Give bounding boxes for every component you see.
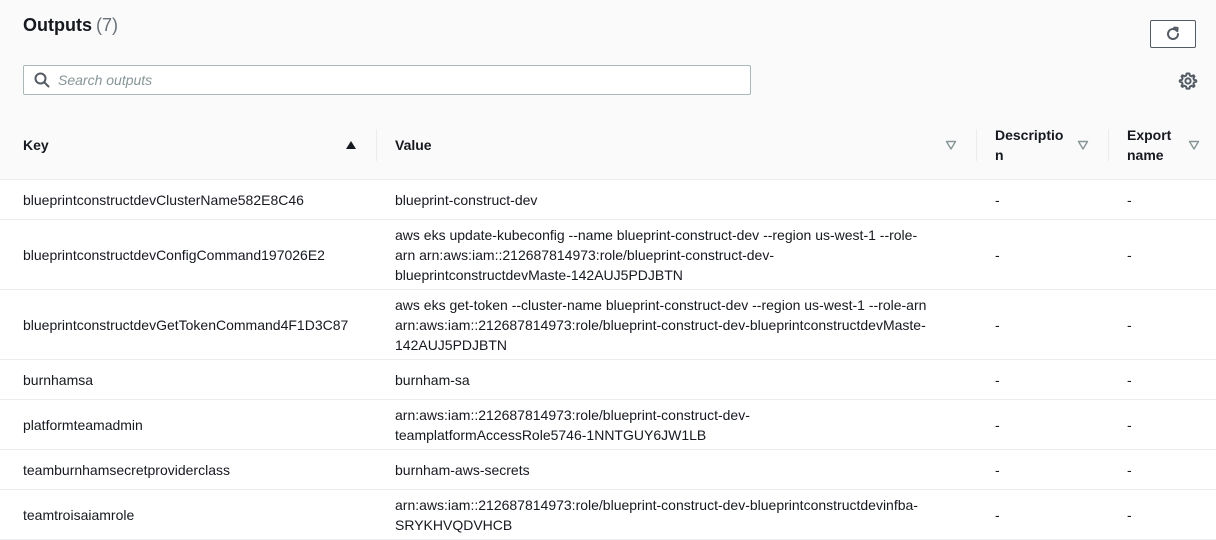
table-row: teamtroisaiamrole arn:aws:iam::212687814… [0,489,1216,540]
cell-value-line: SRYKHVQDVHCB [395,516,513,533]
cell-value: aws eks update-kubeconfig --name bluepri… [376,225,976,285]
cell-export-name: - [1127,246,1132,263]
outputs-count: (7) [96,15,118,35]
sort-icon [945,139,957,151]
search-box [23,65,751,95]
column-header-export-name[interactable]: Export name [1108,111,1216,180]
cell-value-line: burnham-aws-secrets [395,461,530,478]
cell-export-name: - [1127,316,1132,333]
cell-value: arn:aws:iam::212687814973:role/blueprint… [376,495,976,535]
column-label-key: Key [23,137,49,153]
cell-value: burnham-sa [376,370,976,390]
cell-key: teamtroisaiamrole [23,506,135,523]
cell-key: blueprintconstructdevConfigCommand197026… [23,246,325,263]
cell-value-line: arn arn:aws:iam::212687814973:role/bluep… [395,246,774,263]
refresh-button[interactable] [1150,20,1196,48]
table-row: platformteamadmin arn:aws:iam::212687814… [0,399,1216,450]
table-settings-button[interactable] [1178,71,1198,91]
gear-icon [1178,71,1198,91]
cell-value: burnham-aws-secrets [376,460,976,480]
sort-icon [1077,139,1089,151]
cell-export-name: - [1127,506,1132,523]
table-row: burnhamsa burnham-sa - - [0,359,1216,400]
cell-export-name: - [1127,191,1132,208]
column-header-description[interactable]: Descriptio n [976,111,1108,180]
outputs-panel: Outputs (7) Search outputs Key Value Des… [0,0,1216,540]
column-divider [1108,129,1109,161]
cell-value-line: aws eks update-kubeconfig --name bluepri… [395,226,918,243]
page-title: Outputs (7) [23,15,118,36]
cell-value-line: burnham-sa [395,371,470,388]
cell-description: - [995,316,1000,333]
table-header-row: Key Value Descriptio n Export name [0,111,1216,180]
table-row: blueprintconstructdevConfigCommand197026… [0,219,1216,290]
column-label-export-line1: Export [1127,127,1172,143]
cell-description: - [995,371,1000,388]
cell-value: aws eks get-token --cluster-name bluepri… [376,295,976,355]
title-text: Outputs [23,15,92,35]
sort-icon [1188,139,1200,151]
cell-description: - [995,416,1000,433]
cell-value-line: teamplatformAccessRole5746-1NNTGUY6JW1LB [395,426,707,443]
column-label-description: Descriptio n [995,125,1063,165]
cell-key: teamburnhamsecretproviderclass [23,461,230,478]
outputs-table: Key Value Descriptio n Export name bluep… [0,111,1216,540]
column-label-export-name: Export name [1127,125,1171,165]
cell-description: - [995,191,1000,208]
table-row: blueprintconstructdevGetTokenCommand4F1D… [0,289,1216,360]
column-label-description-line2: n [995,147,1004,163]
column-header-value[interactable]: Value [376,111,976,180]
table-row: teamburnhamsecretproviderclass burnham-a… [0,449,1216,490]
refresh-icon [1165,26,1181,42]
cell-value-line: blueprint-construct-dev [395,191,538,208]
cell-key: platformteamadmin [23,416,143,433]
cell-description: - [995,461,1000,478]
cell-export-name: - [1127,461,1132,478]
cell-value-line: arn:aws:iam::212687814973:role/blueprint… [395,496,918,513]
column-header-key[interactable]: Key [0,111,376,180]
cell-key: blueprintconstructdevClusterName582E8C46 [23,191,304,208]
cell-key: blueprintconstructdevGetTokenCommand4F1D… [23,316,349,333]
cell-key: burnhamsa [23,371,94,388]
outputs-header: Outputs (7) [0,0,1216,112]
table-row: blueprintconstructdevClusterName582E8C46… [0,179,1216,220]
cell-description: - [995,506,1000,523]
cell-value: arn:aws:iam::212687814973:role/blueprint… [376,405,976,445]
cell-export-name: - [1127,371,1132,388]
cell-value-line: 142AUJ5PDJBTN [395,336,508,353]
search-input[interactable] [58,72,718,88]
cell-value-line: arn:aws:iam::212687814973:role/blueprint… [395,406,750,423]
column-divider [376,129,377,161]
column-label-export-line2: name [1127,147,1164,163]
cell-description: - [995,246,1000,263]
cell-export-name: - [1127,416,1132,433]
sort-ascending-icon [345,139,357,151]
column-divider [976,129,977,161]
search-icon [34,72,50,88]
column-label-description-line1: Descriptio [995,127,1064,143]
cell-value: blueprint-construct-dev [376,190,976,210]
cell-value-line: blueprintconstructdevMaste-142AUJ5PDJBTN [395,266,683,283]
column-label-value: Value [395,137,432,153]
cell-value-line: aws eks get-token --cluster-name bluepri… [395,296,927,313]
cell-value-line: arn:aws:iam::212687814973:role/blueprint… [395,316,926,333]
